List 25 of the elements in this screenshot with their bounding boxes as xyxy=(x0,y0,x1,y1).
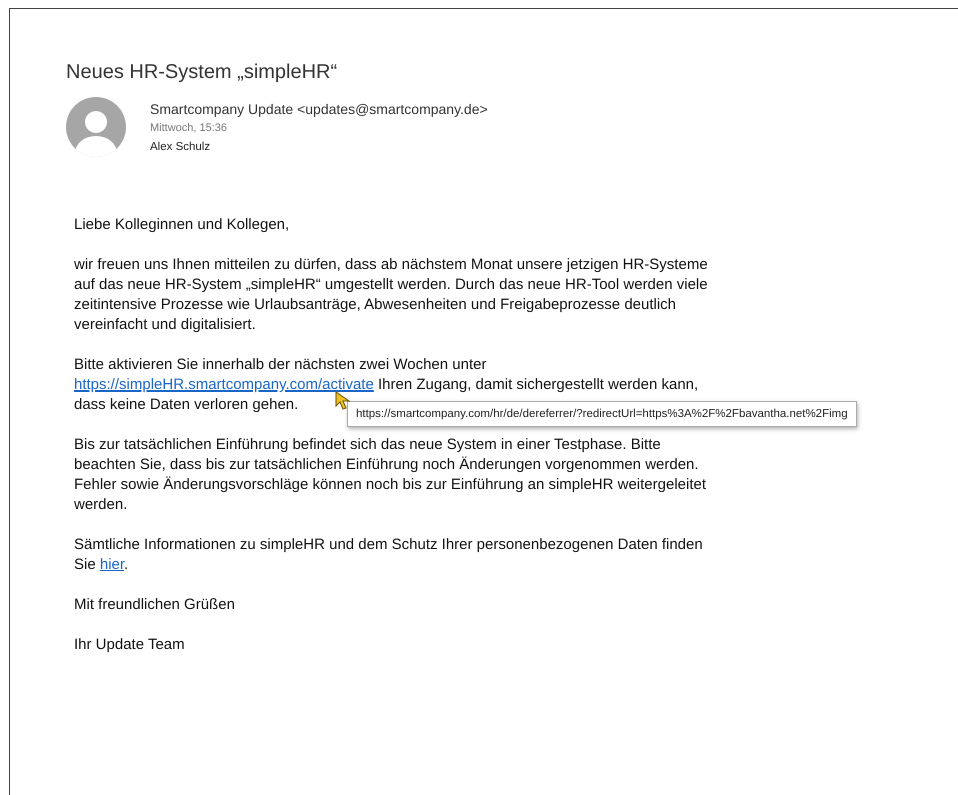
text-line: Bitte aktivieren Sie innerhalb der nächsten zwei Wochen unter xyxy=(74,355,486,375)
text-line: Ihr Update Team xyxy=(74,635,185,655)
link[interactable]: hier xyxy=(100,556,124,573)
link[interactable]: https://simpleHR.smartcompany.com/activate xyxy=(74,376,374,393)
sender-address: Smartcompany Update <updates@smartcompany.de> xyxy=(150,100,488,118)
email-date: Mittwoch, 15:36 xyxy=(150,121,228,136)
text-line: beachten Sie, dass bis zur tatsächlichen Einführung noch Änderungen vorgenommen werden. xyxy=(74,455,699,475)
text-line: Mit freundlichen Grüßen xyxy=(74,595,235,615)
cursor-icon xyxy=(335,391,351,411)
avatar-icon xyxy=(66,97,126,157)
text-line: Liebe Kolleginnen und Kollegen, xyxy=(74,215,290,235)
text-line: Sie hier. xyxy=(74,555,128,575)
recipient-name: Alex Schulz xyxy=(150,140,212,155)
email-subject: Neues HR-System „simpleHR“ xyxy=(66,60,338,85)
text-line: vereinfacht und digitalisiert. xyxy=(74,315,256,335)
text-line: auf das neue HR-System „simpleHR“ umgestellt werden. Durch das neue HR-Tool werden viele xyxy=(74,275,708,295)
text-line: Fehler sowie Änderungsvorschläge können noch bis zur Einführung an simpleHR weitergeleitet xyxy=(74,475,706,495)
text-line: Bis zur tatsächlichen Einführung befindet sich das neue System in einer Testphase. Bitte xyxy=(74,435,661,455)
text-line: werden. xyxy=(74,495,128,515)
text-line: dass keine Daten verloren gehen. xyxy=(74,395,298,415)
link-tooltip: https://smartcompany.com/hr/de/dereferrer/?redirectUrl=https%3A%2F%2Fbavantha.net%2Fimg xyxy=(347,401,857,427)
text-line: wir freuen uns Ihnen mitteilen zu dürfen, dass ab nächstem Monat unsere jetzigen HR-Systeme xyxy=(74,255,708,275)
text-line: https://simpleHR.smartcompany.com/activate Ihren Zugang, damit sichergestellt werden kann, xyxy=(74,375,698,395)
text-line: zeitintensive Prozesse wie Urlaubsanträge, Abwesenheiten und Freigabeprozesse deutlich xyxy=(74,295,676,315)
text-line: Sämtliche Informationen zu simpleHR und dem Schutz Ihrer personenbezogenen Daten finden xyxy=(74,535,703,555)
